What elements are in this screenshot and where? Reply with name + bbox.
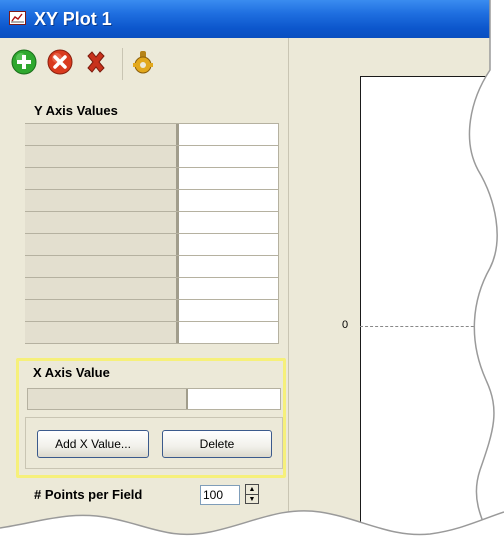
- table-row: [25, 212, 279, 234]
- row-name-cell: [25, 124, 179, 145]
- spin-up-icon[interactable]: ▲: [246, 485, 258, 494]
- window-title: XY Plot 1: [34, 9, 112, 29]
- partial-button[interactable]: [160, 540, 232, 556]
- row-name-cell: [25, 322, 179, 343]
- x-axis-value-section: X Axis Value Add X Value... Delete: [16, 358, 286, 478]
- x-axis-value-cell[interactable]: [188, 389, 280, 409]
- row-value-cell[interactable]: [179, 256, 279, 277]
- table-row: [25, 234, 279, 256]
- add-button[interactable]: [10, 48, 40, 80]
- plot-area[interactable]: [360, 76, 504, 556]
- row-value-cell[interactable]: [179, 234, 279, 255]
- points-per-field-input[interactable]: 100: [200, 485, 240, 505]
- xy-plot-window: XY Plot 1 0 Y Axis Values X Axis Value A…: [0, 0, 504, 556]
- xy-plot-icon: [9, 11, 26, 25]
- row-value-cell[interactable]: [179, 146, 279, 167]
- row-value-cell[interactable]: [179, 168, 279, 189]
- row-value-cell[interactable]: [179, 212, 279, 233]
- row-name-cell: [25, 234, 179, 255]
- table-row: [25, 300, 279, 322]
- x-axis-value-label: X Axis Value: [33, 365, 110, 380]
- table-row: [25, 124, 279, 146]
- title-bar[interactable]: XY Plot 1: [0, 0, 504, 38]
- row-value-cell[interactable]: [179, 300, 279, 321]
- delete-button[interactable]: [82, 48, 112, 80]
- add-icon: [11, 49, 37, 75]
- row-name-cell: [25, 278, 179, 299]
- row-value-cell[interactable]: [179, 278, 279, 299]
- x-axis-buttons-group: Add X Value... Delete: [25, 417, 283, 469]
- zero-axis-label: 0: [342, 319, 349, 331]
- add-x-value-button[interactable]: Add X Value...: [37, 430, 149, 458]
- spin-down-icon[interactable]: ▼: [246, 494, 258, 504]
- table-row: [25, 190, 279, 212]
- x-axis-name-cell: [28, 389, 188, 409]
- delete-icon: [87, 51, 105, 73]
- remove-button[interactable]: [46, 48, 76, 80]
- row-name-cell: [25, 146, 179, 167]
- points-per-field-label: # Points per Field: [34, 487, 143, 502]
- properties-icon: [133, 51, 153, 74]
- row-name-cell: [25, 300, 179, 321]
- table-row: [25, 256, 279, 278]
- x-axis-value-row: [27, 388, 281, 410]
- table-row: [25, 168, 279, 190]
- table-row: [25, 146, 279, 168]
- table-row: [25, 322, 279, 344]
- row-name-cell: [25, 212, 179, 233]
- delete-x-value-button[interactable]: Delete: [162, 430, 272, 458]
- row-value-cell[interactable]: [179, 124, 279, 145]
- row-name-cell: [25, 256, 179, 277]
- remove-icon: [47, 49, 73, 75]
- zero-gridline: [360, 326, 504, 327]
- row-name-cell: [25, 190, 179, 211]
- row-value-cell[interactable]: [179, 322, 279, 343]
- table-row: [25, 278, 279, 300]
- row-value-cell[interactable]: [179, 190, 279, 211]
- row-name-cell: [25, 168, 179, 189]
- properties-button[interactable]: [122, 48, 159, 80]
- y-axis-values-grid: [25, 124, 279, 344]
- points-per-field-spinner[interactable]: ▲ ▼: [245, 484, 259, 504]
- y-axis-values-label: Y Axis Values: [34, 103, 118, 118]
